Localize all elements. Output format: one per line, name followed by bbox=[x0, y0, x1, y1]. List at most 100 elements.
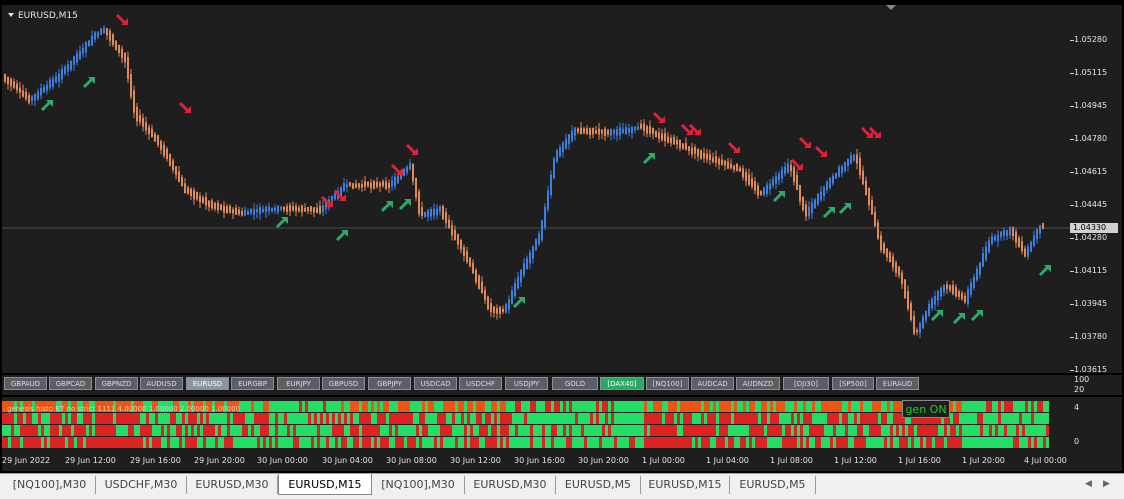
symbol-button-gbpnzd[interactable]: GBPNZD bbox=[95, 377, 138, 390]
histogram-cell bbox=[689, 401, 692, 412]
histogram-cell bbox=[593, 425, 596, 436]
histogram-cell bbox=[560, 437, 563, 448]
candle-body bbox=[802, 196, 804, 210]
candle-body bbox=[910, 303, 912, 321]
chart-tab[interactable]: EURUSD,M15 bbox=[278, 474, 372, 495]
histogram-cell bbox=[80, 413, 83, 424]
chart-tab[interactable]: EURUSD,M30 bbox=[465, 476, 556, 494]
histogram-cell bbox=[17, 437, 20, 448]
symbol-button-usdchf[interactable]: USDCHF bbox=[459, 377, 502, 390]
symbol-button-audnzd[interactable]: AUDNZD bbox=[736, 377, 780, 390]
candle-body bbox=[313, 207, 315, 213]
histogram-cell bbox=[281, 413, 284, 424]
histogram-cell bbox=[719, 413, 722, 424]
symbol-button-gbpjpy[interactable]: GBPJPY bbox=[368, 377, 411, 390]
histogram-cell bbox=[50, 437, 53, 448]
symbol-button-gbpaud[interactable]: GBPAUD bbox=[4, 377, 47, 390]
candle-body bbox=[646, 126, 648, 134]
symbol-button-eurusd[interactable]: EURUSD bbox=[186, 377, 229, 390]
symbol-button-audcad[interactable]: AUDCAD bbox=[691, 377, 734, 390]
histogram-cell bbox=[440, 425, 443, 436]
chart-tab[interactable]: [NQ100],M30 bbox=[372, 476, 465, 494]
histogram-cell bbox=[527, 437, 530, 448]
candle-body bbox=[796, 175, 798, 190]
histogram-cell bbox=[461, 425, 464, 436]
symbol-button-gold[interactable]: GOLD bbox=[552, 377, 598, 390]
symbol-button-audusd[interactable]: AUDUSD bbox=[140, 377, 183, 390]
symbol-button-usdcad[interactable]: USDCAD bbox=[414, 377, 457, 390]
chart-tab[interactable]: EURUSD,M5 bbox=[730, 476, 816, 494]
histogram-cell bbox=[779, 413, 782, 424]
indicator-panel[interactable]: genesis histo BT no strict 1111 4.00000 … bbox=[2, 397, 1070, 453]
candle-body bbox=[994, 236, 996, 241]
histogram-cell bbox=[11, 425, 14, 436]
histogram-cell bbox=[752, 401, 755, 412]
histogram-cell bbox=[182, 413, 185, 424]
histogram-cell bbox=[845, 425, 848, 436]
histogram-cell bbox=[923, 437, 926, 448]
tab-scroll-right-icon[interactable]: ▶ bbox=[1103, 479, 1110, 489]
candle-body bbox=[853, 154, 855, 161]
histogram-cell bbox=[323, 401, 326, 412]
time-label: 1 Jul 00:00 bbox=[642, 456, 685, 465]
candle-body bbox=[148, 127, 150, 134]
chart-tab[interactable]: EURUSD,M30 bbox=[187, 476, 278, 494]
histogram-cell bbox=[752, 437, 755, 448]
histogram-cell bbox=[155, 413, 158, 424]
histogram-cell bbox=[326, 437, 329, 448]
histogram-cell bbox=[185, 437, 188, 448]
histogram-cell bbox=[584, 413, 587, 424]
gen-on-badge[interactable]: gen ON bbox=[902, 400, 950, 418]
chart-shift-marker-icon[interactable] bbox=[886, 5, 896, 10]
candle-body bbox=[751, 178, 753, 187]
histogram-cell bbox=[1022, 437, 1025, 448]
histogram-cell bbox=[512, 413, 515, 424]
histogram-cell bbox=[491, 425, 494, 436]
chart-tab[interactable]: EURUSD,M5 bbox=[556, 476, 641, 494]
symbol-button-dji30[interactable]: [DJI30] bbox=[783, 377, 829, 390]
symbol-button-eurjpy[interactable]: EURJPY bbox=[277, 377, 320, 390]
symbol-button-dax40[interactable]: [DAX40] bbox=[600, 377, 644, 390]
symbol-button-sp500[interactable]: [SP500] bbox=[832, 377, 874, 390]
histogram-cell bbox=[920, 425, 923, 436]
histogram-cell bbox=[617, 425, 620, 436]
symbol-button-nq100[interactable]: [NQ100] bbox=[646, 377, 689, 390]
histogram-cell bbox=[497, 425, 500, 436]
histogram-cell bbox=[293, 437, 296, 448]
histogram-cell bbox=[14, 413, 17, 424]
symbol-button-euraud[interactable]: EURAUD bbox=[876, 377, 919, 390]
histogram-cell bbox=[521, 437, 524, 448]
histogram-cell bbox=[377, 413, 380, 424]
histogram-cell bbox=[374, 437, 377, 448]
histogram-cell bbox=[524, 413, 527, 424]
price-axis: 1.05280 1.05115 1.04945 1.04780 1.04615 1.044… bbox=[1070, 5, 1122, 374]
tab-scroll-left-icon[interactable]: ◀ bbox=[1085, 479, 1092, 489]
candle-body bbox=[568, 134, 570, 145]
histogram-cell bbox=[875, 437, 878, 448]
histogram-cell bbox=[530, 413, 533, 424]
symbol-button-gbpcad[interactable]: GBPCAD bbox=[49, 377, 92, 390]
candle-body bbox=[361, 183, 363, 188]
histogram-cell bbox=[443, 437, 446, 448]
histogram-cell bbox=[1040, 413, 1043, 424]
histogram-cell bbox=[257, 437, 260, 448]
histogram-cell bbox=[659, 413, 662, 424]
candle-body bbox=[382, 181, 384, 187]
histogram-cell bbox=[437, 425, 440, 436]
chart-tab[interactable]: EURUSD,M15 bbox=[641, 476, 730, 494]
chart-tab[interactable]: USDCHF,M30 bbox=[96, 476, 187, 494]
candle-body bbox=[985, 246, 987, 261]
symbol-button-eurgbp[interactable]: EURGBP bbox=[231, 377, 274, 390]
price-chart[interactable]: EURUSD,M15 bbox=[2, 5, 1070, 373]
dropdown-triangle-icon[interactable] bbox=[8, 13, 14, 17]
histogram-cell bbox=[506, 425, 509, 436]
symbol-button-usdjpy[interactable]: USDJPY bbox=[505, 377, 548, 390]
histogram-cell bbox=[131, 425, 134, 436]
chart-tab[interactable]: [NQ100],M30 bbox=[4, 476, 96, 494]
time-label: 1 Jul 20:00 bbox=[962, 456, 1005, 465]
histogram-cell bbox=[557, 437, 560, 448]
symbol-button-gbpusd[interactable]: GBPUSD bbox=[322, 377, 365, 390]
histogram-cell bbox=[722, 437, 725, 448]
histogram-cell bbox=[407, 425, 410, 436]
candle-body bbox=[862, 170, 864, 185]
